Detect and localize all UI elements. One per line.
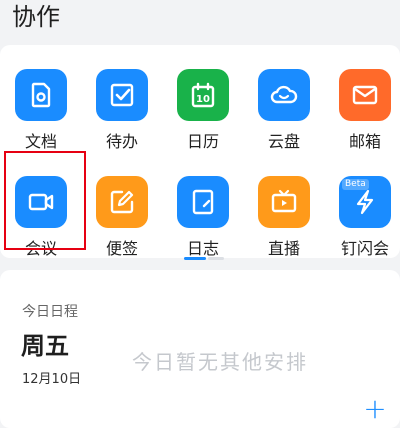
- beta-badge: Beta: [342, 179, 369, 190]
- cloud-drive-icon: [258, 69, 310, 121]
- app-label: 直播: [267, 239, 300, 258]
- app-mail[interactable]: 邮箱: [324, 45, 400, 151]
- pager-dot: [208, 257, 224, 260]
- schedule-date: 12月10日: [22, 372, 82, 387]
- journal-icon: [177, 176, 229, 228]
- live-tv-icon: [258, 176, 310, 228]
- app-label: 邮箱: [348, 132, 381, 151]
- app-cloud-drive[interactable]: 云盘: [243, 45, 323, 151]
- app-label: 钉闪会: [340, 239, 389, 258]
- app-todo[interactable]: 待办: [81, 45, 161, 151]
- app-flash-meeting[interactable]: Beta 钉闪会: [324, 152, 400, 258]
- flash-meeting-icon: Beta: [339, 176, 391, 228]
- app-label: 文档: [24, 132, 57, 151]
- schedule-weekday: 周五: [21, 332, 69, 360]
- document-icon: [15, 69, 67, 121]
- app-label: 会议: [24, 239, 57, 258]
- app-label: 云盘: [267, 132, 300, 151]
- collaboration-apps-card: 文档 待办 10 日历 云盘 邮箱 会议 便签 日志 直播 Beta 钉闪会: [0, 45, 400, 258]
- calendar-day-text: 10: [196, 94, 210, 105]
- schedule-empty-text: 今日暂无其他安排: [132, 350, 308, 374]
- page-title: 协作: [12, 3, 60, 31]
- todo-icon: [96, 69, 148, 121]
- app-label: 日志: [186, 239, 219, 258]
- today-schedule-card[interactable]: 今日日程 周五 12月10日 今日暂无其他安排 +: [0, 270, 400, 428]
- app-calendar[interactable]: 10 日历: [162, 45, 242, 151]
- pager-dot-active: [184, 257, 206, 260]
- app-journal[interactable]: 日志: [162, 152, 242, 258]
- add-schedule-button[interactable]: +: [362, 395, 388, 423]
- app-live[interactable]: 直播: [243, 152, 323, 258]
- video-camera-icon: [15, 176, 67, 228]
- calendar-icon: 10: [177, 69, 229, 121]
- app-docs[interactable]: 文档: [0, 45, 80, 151]
- app-meeting[interactable]: 会议: [0, 152, 80, 258]
- app-label: 便签: [105, 239, 138, 258]
- schedule-label: 今日日程: [22, 304, 78, 320]
- app-label: 待办: [105, 132, 138, 151]
- app-label: 日历: [186, 132, 219, 151]
- app-notes[interactable]: 便签: [81, 152, 161, 258]
- mail-icon: [339, 69, 391, 121]
- note-icon: [96, 176, 148, 228]
